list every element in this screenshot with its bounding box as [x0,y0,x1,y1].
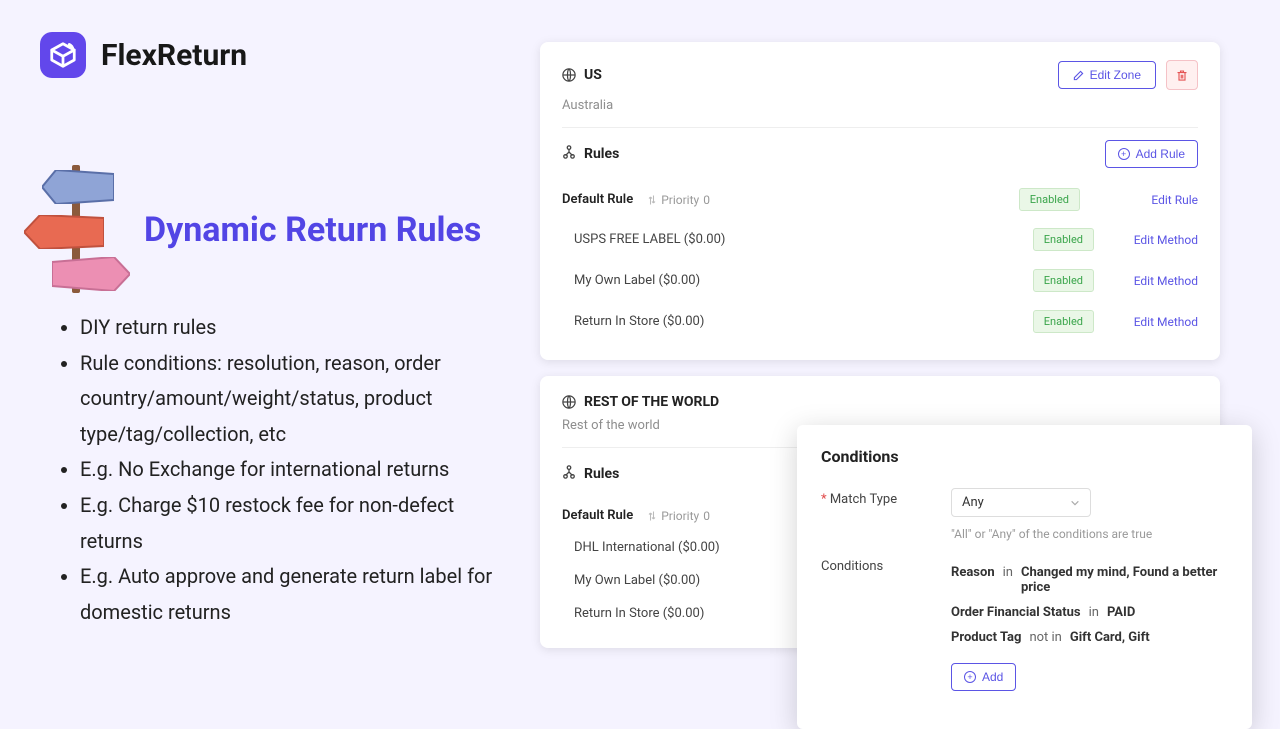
priority-prefix: Priority [661,193,699,207]
rules-icon [562,465,576,483]
method-row: My Own Label ($0.00) Enabled Edit Method [562,260,1198,301]
rules-icon [562,145,576,163]
condition-value: Gift Card, Gift [1070,630,1150,645]
edit-method-link[interactable]: Edit Method [1128,274,1198,288]
condition-operator: not in [1029,630,1061,645]
bullet-item: E.g. Auto approve and generate return la… [80,559,502,630]
method-row: USPS FREE LABEL ($0.00) Enabled Edit Met… [562,219,1198,260]
globe-icon [562,395,576,409]
match-type-value: Any [962,495,984,510]
globe-icon [562,68,576,82]
method-row: Return In Store ($0.00) Enabled Edit Met… [562,301,1198,342]
enabled-badge: Enabled [1019,188,1080,211]
default-rule-row: Default Rule Priority 0 Enabled Edit Rul… [562,180,1198,219]
sort-icon [647,194,657,206]
priority-indicator: Priority 0 [647,509,710,523]
priority-prefix: Priority [661,509,699,523]
edit-rule-link[interactable]: Edit Rule [1128,193,1198,207]
enabled-badge: Enabled [1033,310,1094,333]
feature-bullets: DIY return rules Rule conditions: resolu… [62,310,502,630]
method-label: Return In Store ($0.00) [574,314,1033,329]
zone-panel-us: US Edit Zone Australia Rules + Add Rule [540,42,1220,360]
brand-name: FlexReturn [101,38,247,73]
sort-icon [647,510,657,522]
edit-method-link[interactable]: Edit Method [1128,315,1198,329]
condition-line: Product Tag not in Gift Card, Gift [951,630,1228,645]
priority-value: 0 [703,193,710,207]
pencil-icon [1073,70,1084,81]
zone-name-text: REST OF THE WORLD [584,394,719,410]
trash-icon [1176,69,1188,82]
match-type-label: Match Type [821,488,951,541]
priority-indicator: Priority 0 [647,193,710,207]
zone-subtitle: Australia [562,98,1198,113]
priority-value: 0 [703,509,710,523]
condition-value: PAID [1107,605,1135,620]
add-condition-label: Add [982,670,1003,684]
add-rule-button[interactable]: + Add Rule [1105,140,1198,168]
hero: Dynamic Return Rules [24,165,481,295]
edit-zone-label: Edit Zone [1090,68,1141,82]
edit-method-link[interactable]: Edit Method [1128,233,1198,247]
condition-field: Reason [951,565,995,595]
condition-operator: in [1003,565,1013,595]
default-rule-name: Default Rule [562,508,633,523]
bullet-item: DIY return rules [80,310,502,346]
brand: FlexReturn [40,32,247,78]
default-rule-name: Default Rule [562,192,633,207]
match-type-select[interactable]: Any [951,488,1091,517]
condition-operator: in [1089,605,1099,620]
condition-value: Changed my mind, Found a better price [1021,565,1228,595]
conditions-label: Conditions [821,555,951,691]
method-label: My Own Label ($0.00) [574,273,1033,288]
zone-name-text: US [584,67,602,83]
plus-circle-icon: + [964,671,976,683]
method-label: USPS FREE LABEL ($0.00) [574,232,1033,247]
bullet-item: E.g. Charge $10 restock fee for non-defe… [80,488,502,559]
bullet-item: Rule conditions: resolution, reason, ord… [80,346,502,453]
conditions-title: Conditions [821,447,1228,466]
brand-logo-icon [40,32,86,78]
enabled-badge: Enabled [1033,228,1094,251]
signpost-arrows-illustration [24,165,114,295]
delete-zone-button[interactable] [1166,60,1198,90]
conditions-popup: Conditions Match Type Any "All" or "Any"… [797,425,1252,729]
condition-line: Reason in Changed my mind, Found a bette… [951,565,1228,595]
add-rule-label: Add Rule [1136,147,1185,161]
bullet-item: E.g. No Exchange for international retur… [80,452,502,488]
condition-field: Order Financial Status [951,605,1081,620]
hero-title: Dynamic Return Rules [144,210,481,250]
condition-field: Product Tag [951,630,1021,645]
add-condition-button[interactable]: + Add [951,663,1016,691]
edit-zone-button[interactable]: Edit Zone [1058,61,1156,89]
rules-label-text: Rules [584,146,619,162]
chevron-down-icon [1070,498,1080,508]
rules-label-text: Rules [584,466,619,482]
plus-circle-icon: + [1118,148,1130,160]
match-type-help: "All" or "Any" of the conditions are tru… [951,527,1228,541]
enabled-badge: Enabled [1033,269,1094,292]
condition-line: Order Financial Status in PAID [951,605,1228,620]
